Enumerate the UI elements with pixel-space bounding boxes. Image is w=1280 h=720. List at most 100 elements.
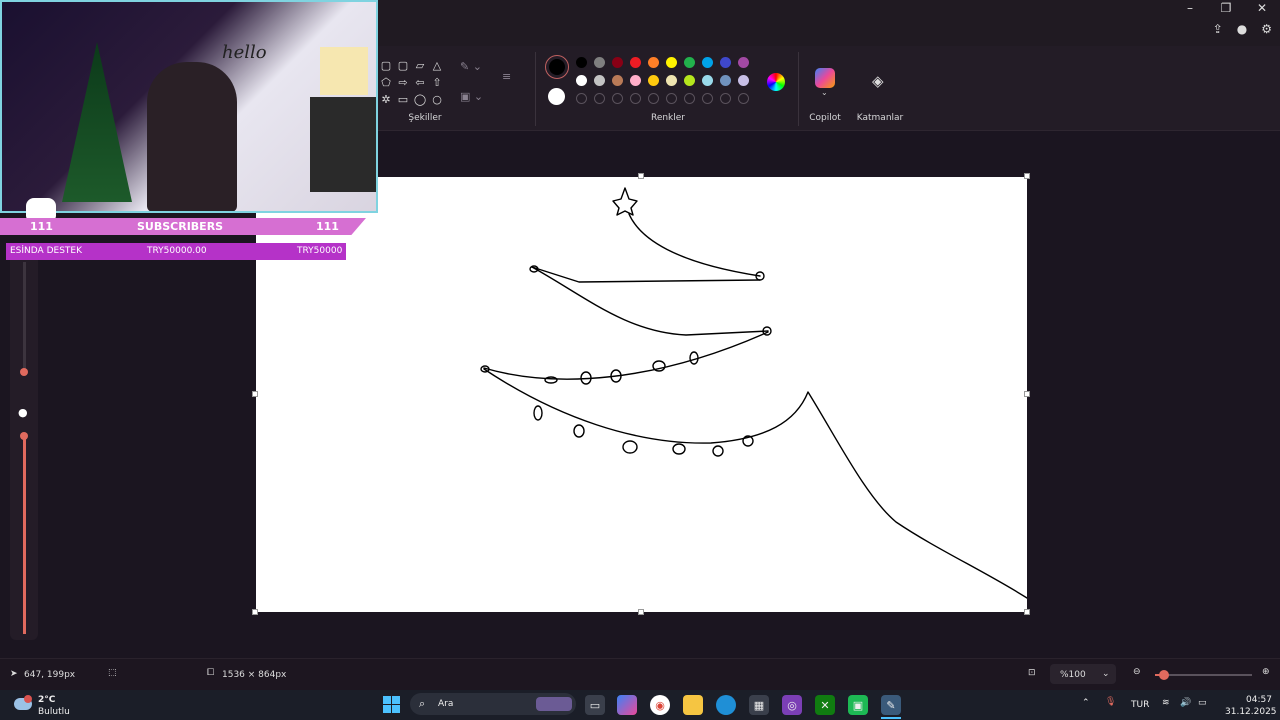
color-swatch[interactable] [594,57,605,68]
custom-color-slot[interactable] [576,93,587,104]
arrow-right-shape-icon[interactable]: ⇨ [395,75,411,90]
pentagon-shape-icon[interactable]: ⬠ [378,75,394,90]
edge-icon[interactable] [716,695,736,715]
custom-color-slot[interactable] [738,93,749,104]
size-slider-track[interactable] [23,262,26,372]
clock-time[interactable]: 04:57 [1246,695,1272,705]
color-swatch[interactable] [738,57,749,68]
drawing-canvas[interactable] [256,177,1028,612]
resize-handle[interactable] [252,391,258,397]
resize-handle[interactable] [252,609,258,615]
polygon-shape-icon[interactable]: ▱ [412,58,428,73]
color-swatch[interactable] [630,57,641,68]
fit-to-window-icon[interactable]: ⊡ [1028,668,1036,678]
file-explorer-icon[interactable] [683,695,703,715]
minimize-button[interactable]: – [1172,0,1208,16]
primary-color-button[interactable] [545,55,569,79]
xbox-icon[interactable]: ✕ [815,695,835,715]
obs-icon[interactable]: ◎ [782,695,802,715]
custom-color-slot[interactable] [666,93,677,104]
rounded-rect-shape-icon[interactable]: ▢ [395,58,411,73]
paint-icon[interactable]: ✎ [881,695,901,715]
copilot-icon[interactable] [815,68,835,88]
close-button[interactable]: ✕ [1244,0,1280,16]
zoom-in-icon[interactable]: ⊕ [1262,667,1270,677]
callout-oval-shape-icon[interactable]: ◯ [412,92,428,107]
chevron-up-icon[interactable]: ⌃ [1082,698,1090,708]
color-swatch[interactable] [702,57,713,68]
opacity-slider-knob[interactable] [20,432,28,440]
color-swatch[interactable] [612,57,623,68]
resize-handle[interactable] [1024,609,1030,615]
color-swatch[interactable] [594,75,605,86]
color-swatch[interactable] [612,75,623,86]
fill-icon[interactable]: ▣ ⌄ [460,90,483,103]
store-icon[interactable]: ▦ [749,695,769,715]
custom-color-slot[interactable] [702,93,713,104]
layers-icon[interactable]: ◈ [872,72,884,90]
microphone-icon[interactable]: 🎙 [1105,697,1116,707]
triangle-shape-icon[interactable]: △ [429,58,445,73]
color-swatch[interactable] [684,75,695,86]
search-box[interactable]: ⌕ Ara [410,693,576,715]
copilot-taskbar-icon[interactable] [617,695,637,715]
resize-handle[interactable] [1024,173,1030,179]
resize-handle[interactable] [1024,391,1030,397]
color-swatch[interactable] [648,57,659,68]
weather-temp[interactable]: 2°C [38,695,55,705]
secondary-color-button[interactable] [548,88,565,105]
outline-icon[interactable]: ✎ ⌄ [460,60,482,73]
resize-handle[interactable] [638,173,644,179]
account-icon[interactable]: ● [1237,22,1247,36]
arrow-up-shape-icon[interactable]: ⇧ [429,75,445,90]
color-swatch[interactable] [720,75,731,86]
custom-color-slot[interactable] [594,93,605,104]
color-swatch[interactable] [576,75,587,86]
zoom-select[interactable]: %100 ⌄ [1050,664,1116,684]
color-swatch[interactable] [576,57,587,68]
arrow-left-shape-icon[interactable]: ⇦ [412,75,428,90]
rectangle-shape-icon[interactable]: ▢ [378,58,394,73]
color-swatch[interactable] [684,57,695,68]
share-icon[interactable]: ⇪ [1213,22,1223,36]
app-icon[interactable]: ▣ [848,695,868,715]
custom-color-slot[interactable] [630,93,641,104]
resize-handle[interactable] [638,609,644,615]
size-slider-knob[interactable] [20,368,28,376]
language-indicator[interactable]: TUR [1131,700,1149,710]
layers-button-label[interactable]: Katmanlar [855,113,905,123]
volume-icon[interactable]: 🔊 [1180,698,1191,708]
copilot-button-label[interactable]: Copilot [805,113,845,123]
color-swatch[interactable] [702,75,713,86]
restore-button[interactable]: ❐ [1208,0,1244,16]
chevron-down-icon[interactable]: ⌄ [821,88,828,97]
zoom-slider-knob[interactable] [1158,670,1169,680]
battery-icon[interactable]: ▭ [1198,698,1207,708]
stroke-size-icon[interactable]: ≡ [502,70,511,83]
custom-color-slot[interactable] [612,93,623,104]
wifi-icon[interactable]: ≋ [1162,698,1170,708]
color-swatch[interactable] [738,75,749,86]
zoom-out-icon[interactable]: ⊖ [1133,667,1141,677]
color-swatch[interactable] [630,75,641,86]
custom-color-slot[interactable] [648,93,659,104]
chrome-icon[interactable]: ◉ [650,695,670,715]
edit-colors-icon[interactable] [767,73,785,91]
color-swatch[interactable] [720,57,731,68]
start-button[interactable] [383,696,400,713]
weather-desc[interactable]: Bulutlu [38,707,70,717]
settings-icon[interactable]: ⚙ [1261,22,1272,36]
callout-cloud-shape-icon[interactable]: ○ [429,92,445,107]
color-swatch[interactable] [666,75,677,86]
custom-color-slot[interactable] [720,93,731,104]
star-shape-icon[interactable]: ✲ [378,92,394,107]
task-view-icon[interactable]: ▭ [585,695,605,715]
opacity-slider-track[interactable] [23,434,26,634]
callout-rect-shape-icon[interactable]: ▭ [395,92,411,107]
custom-color-slot[interactable] [684,93,695,104]
zoom-slider-track[interactable] [1155,674,1252,676]
cat-mascot-icon [26,198,56,220]
color-swatch[interactable] [648,75,659,86]
color-swatch[interactable] [666,57,677,68]
clock-date[interactable]: 31.12.2025 [1225,707,1277,717]
